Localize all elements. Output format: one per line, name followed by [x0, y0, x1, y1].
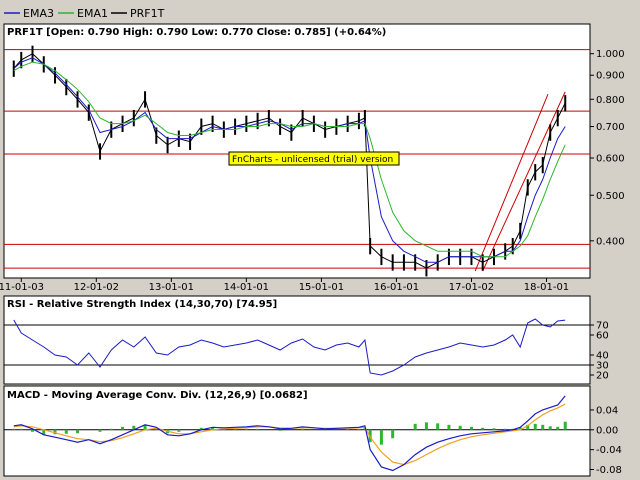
y-tick-label: 0.700: [596, 122, 625, 133]
y-tick-label: 1.000: [596, 49, 625, 60]
rsi-y-axis: 70 60 40 30 20: [596, 321, 609, 382]
y-tick-label: 0.500: [596, 191, 625, 202]
y-tick-label: 0.800: [596, 95, 625, 106]
y-tick-label: -0.08: [596, 465, 622, 476]
chart-canvas: EMA3 EMA1 PRF1T PRF1T [Open: 0.790 High:…: [0, 7, 625, 477]
y-tick-label: 60: [596, 331, 609, 342]
x-tick-label: 17-01-02: [449, 282, 494, 293]
y-tick-label: 20: [596, 371, 609, 382]
rsi-panel-title: RSI - Relative Strength Index (14,30,70)…: [7, 299, 277, 310]
y-tick-label: 0.900: [596, 71, 625, 82]
legend-label-ema1: EMA1: [77, 7, 108, 20]
y-tick-label: 0.400: [596, 236, 625, 247]
x-tick-label: 11-01-03: [0, 282, 44, 293]
y-tick-label: 0.04: [596, 405, 618, 416]
legend-label-ema3: EMA3: [23, 7, 54, 20]
macd-panel-title: MACD - Moving Average Conv. Div. (12,26,…: [7, 390, 308, 401]
x-axis: 11-01-03 12-01-02 13-01-01 14-01-01 15-0…: [0, 282, 569, 293]
x-tick-label: 18-01-01: [524, 282, 569, 293]
y-tick-label: 0.600: [596, 154, 625, 165]
macd-y-axis: 0.04 0.00 -0.04 -0.08: [596, 405, 622, 476]
y-tick-label: 0.00: [596, 425, 618, 436]
x-tick-label: 15-01-01: [299, 282, 344, 293]
x-tick-label: 14-01-01: [224, 282, 269, 293]
y-tick-label: -0.04: [596, 445, 622, 456]
x-tick-label: 12-01-02: [74, 282, 119, 293]
x-tick-label: 16-01-01: [374, 282, 419, 293]
price-panel: [3, 23, 591, 279]
price-panel-title: PRF1T [Open: 0.790 High: 0.790 Low: 0.77…: [7, 27, 386, 38]
watermark: FnCharts - unlicensed (trial) version: [228, 151, 400, 166]
price-y-axis: 1.000 0.900 0.800 0.700 0.600 0.500 0.40…: [596, 49, 625, 247]
x-tick-label: 13-01-01: [149, 282, 194, 293]
legend-label-prf1t: PRF1T: [130, 7, 165, 20]
legend: EMA3 EMA1 PRF1T: [4, 7, 165, 20]
watermark-text: FnCharts - unlicensed (trial) version: [232, 155, 393, 165]
